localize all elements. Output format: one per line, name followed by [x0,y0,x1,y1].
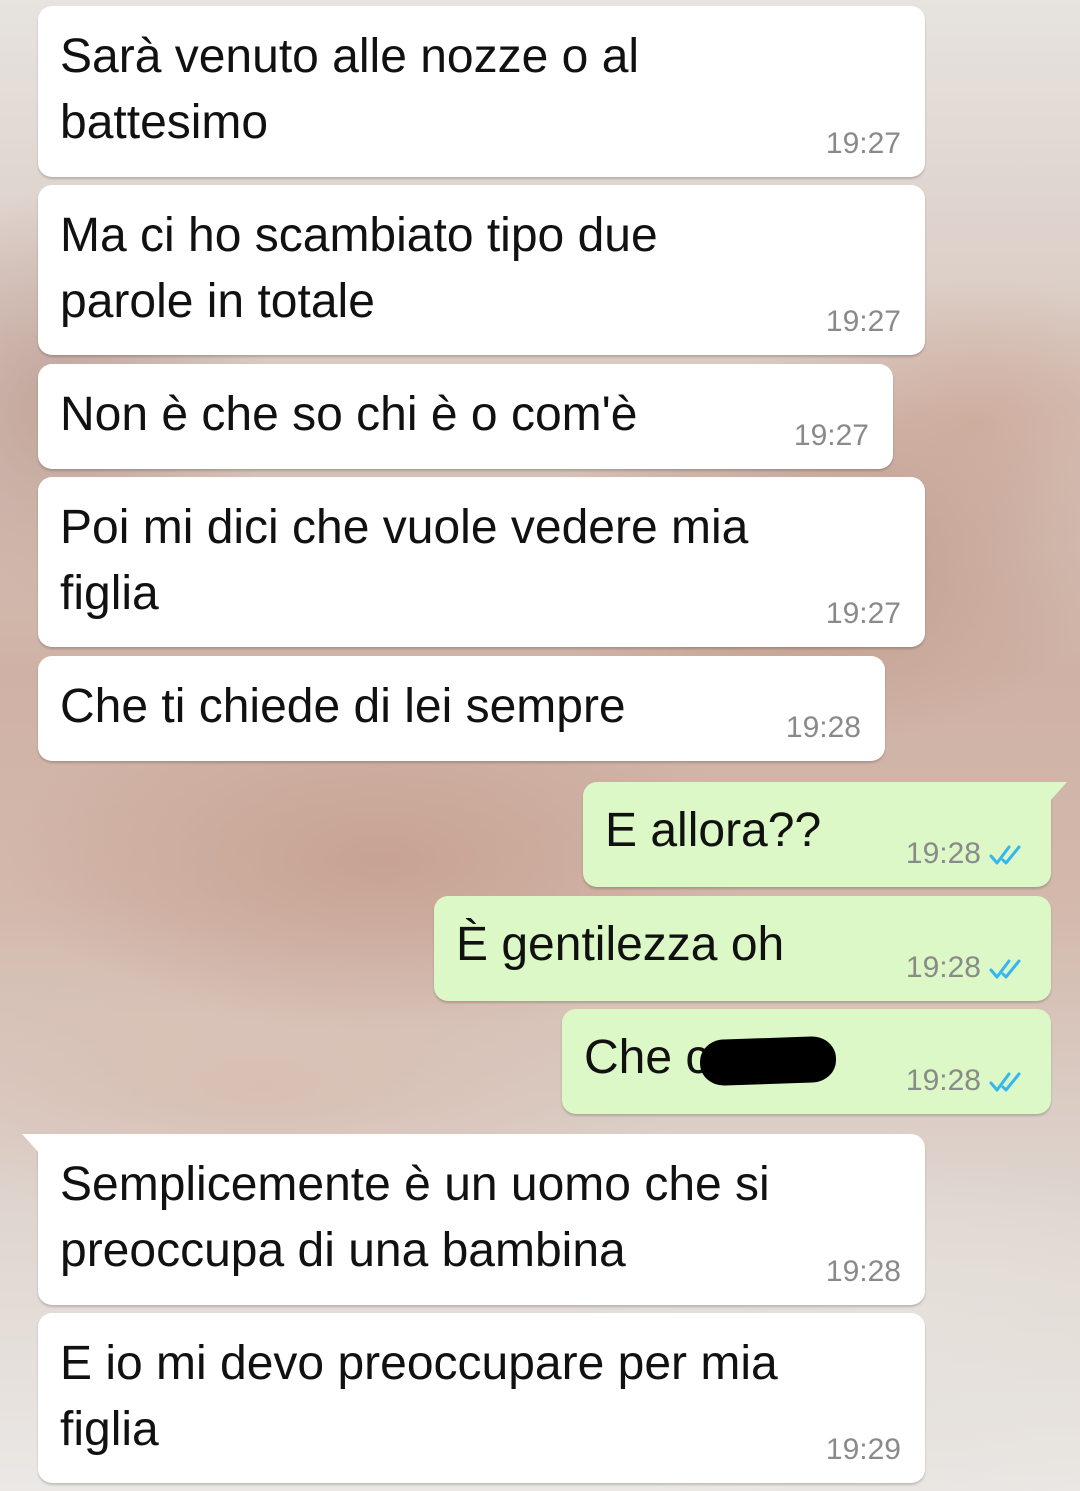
message-timestamp: 19:27 [825,597,901,630]
message-timestamp: 19:28 [825,1255,901,1288]
message-incoming[interactable]: Sarà venuto alle nozze o al battesimo 19… [38,6,925,177]
message-timestamp: 19:27 [793,419,869,452]
message-text: Che ti chiede di lei sempre [60,680,626,733]
message-incoming[interactable]: Ma ci ho scambiato tipo due parole in to… [38,185,925,355]
message-text: Sarà venuto alle nozze o al battesimo [60,30,640,149]
double-check-read-icon [989,1072,1021,1092]
message-text: È gentilezza oh [456,918,785,971]
bubble-tail [22,1134,40,1154]
message-incoming[interactable]: Che ti chiede di lei sempre 19:28 [38,656,885,761]
message-text: E io mi devo preoccupare per mia figlia [60,1337,778,1456]
message-timestamp: 19:27 [825,127,901,160]
message-incoming[interactable]: Poi mi dici che vuole vedere mia figlia … [38,477,925,647]
message-text: Poi mi dici che vuole vedere mia figlia [60,501,749,620]
message-timestamp: 19:28 [905,837,981,870]
message-incoming[interactable]: E io mi devo preoccupare per mia figlia … [38,1313,925,1483]
message-outgoing[interactable]: È gentilezza oh 19:28 [434,896,1051,1001]
message-text: E allora?? [605,804,822,857]
message-text: Ma ci ho scambiato tipo due parole in to… [60,209,658,328]
message-incoming[interactable]: Semplicemente è un uomo che si preoccupa… [22,1134,925,1305]
message-timestamp: 19:27 [825,305,901,338]
message-text: Che c [584,1031,710,1084]
bubble-tail [1049,782,1067,802]
double-check-read-icon [989,959,1021,979]
redaction-scribble [699,1035,837,1087]
message-timestamp: 19:28 [905,951,981,984]
message-timestamp: 19:28 [785,711,861,744]
message-text: Non è che so chi è o com'è [60,388,638,441]
double-check-read-icon [989,845,1021,865]
message-text: Semplicemente è un uomo che si preoccupa… [60,1158,770,1277]
message-timestamp: 19:28 [905,1064,981,1097]
message-outgoing[interactable]: E allora?? 19:28 [583,782,1067,887]
message-timestamp: 19:29 [825,1433,901,1466]
message-incoming[interactable]: Non è che so chi è o com'è 19:27 [38,364,893,469]
